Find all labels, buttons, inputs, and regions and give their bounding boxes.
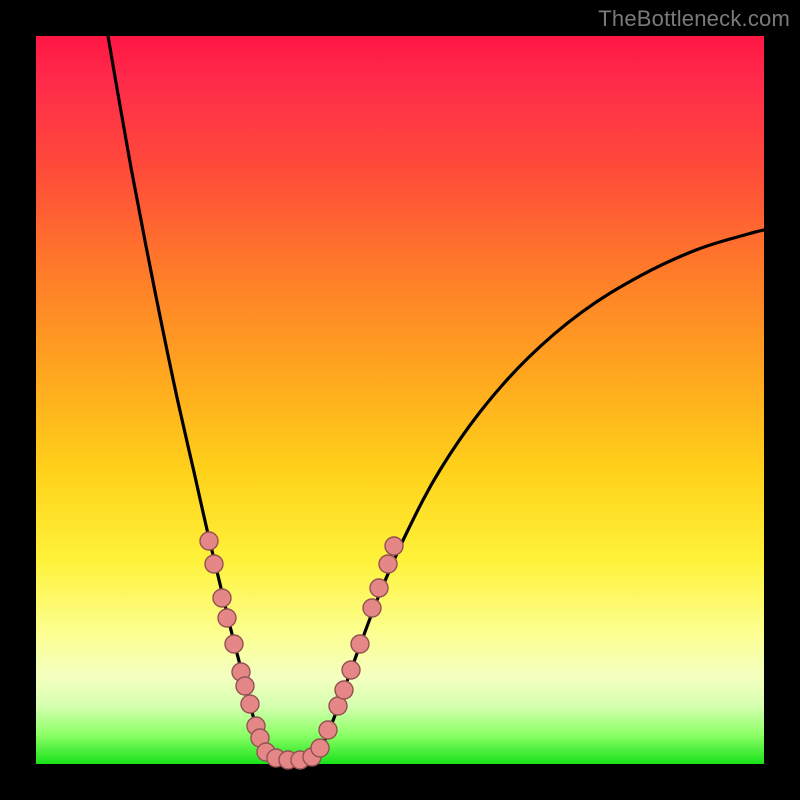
bead-right-6 bbox=[363, 599, 381, 617]
watermark-text: TheBottleneck.com bbox=[598, 6, 790, 32]
bead-left-3 bbox=[218, 609, 236, 627]
bead-right-3 bbox=[335, 681, 353, 699]
bead-left-7 bbox=[241, 695, 259, 713]
bead-left-6 bbox=[236, 677, 254, 695]
bead-right-8 bbox=[379, 555, 397, 573]
bead-left-2 bbox=[213, 589, 231, 607]
chart-overlay bbox=[36, 36, 764, 764]
bead-right-2 bbox=[329, 697, 347, 715]
bead-right-9 bbox=[385, 537, 403, 555]
bead-markers bbox=[200, 532, 403, 769]
plot-area bbox=[36, 36, 764, 764]
bead-right-4 bbox=[342, 661, 360, 679]
curve-right-branch bbox=[316, 230, 764, 758]
bead-right-0 bbox=[311, 739, 329, 757]
bead-left-0 bbox=[200, 532, 218, 550]
chart-frame: TheBottleneck.com bbox=[0, 0, 800, 800]
bead-right-1 bbox=[319, 721, 337, 739]
bead-left-1 bbox=[205, 555, 223, 573]
curve-left-branch bbox=[108, 36, 268, 758]
bead-right-5 bbox=[351, 635, 369, 653]
bead-right-7 bbox=[370, 579, 388, 597]
bead-left-4 bbox=[225, 635, 243, 653]
